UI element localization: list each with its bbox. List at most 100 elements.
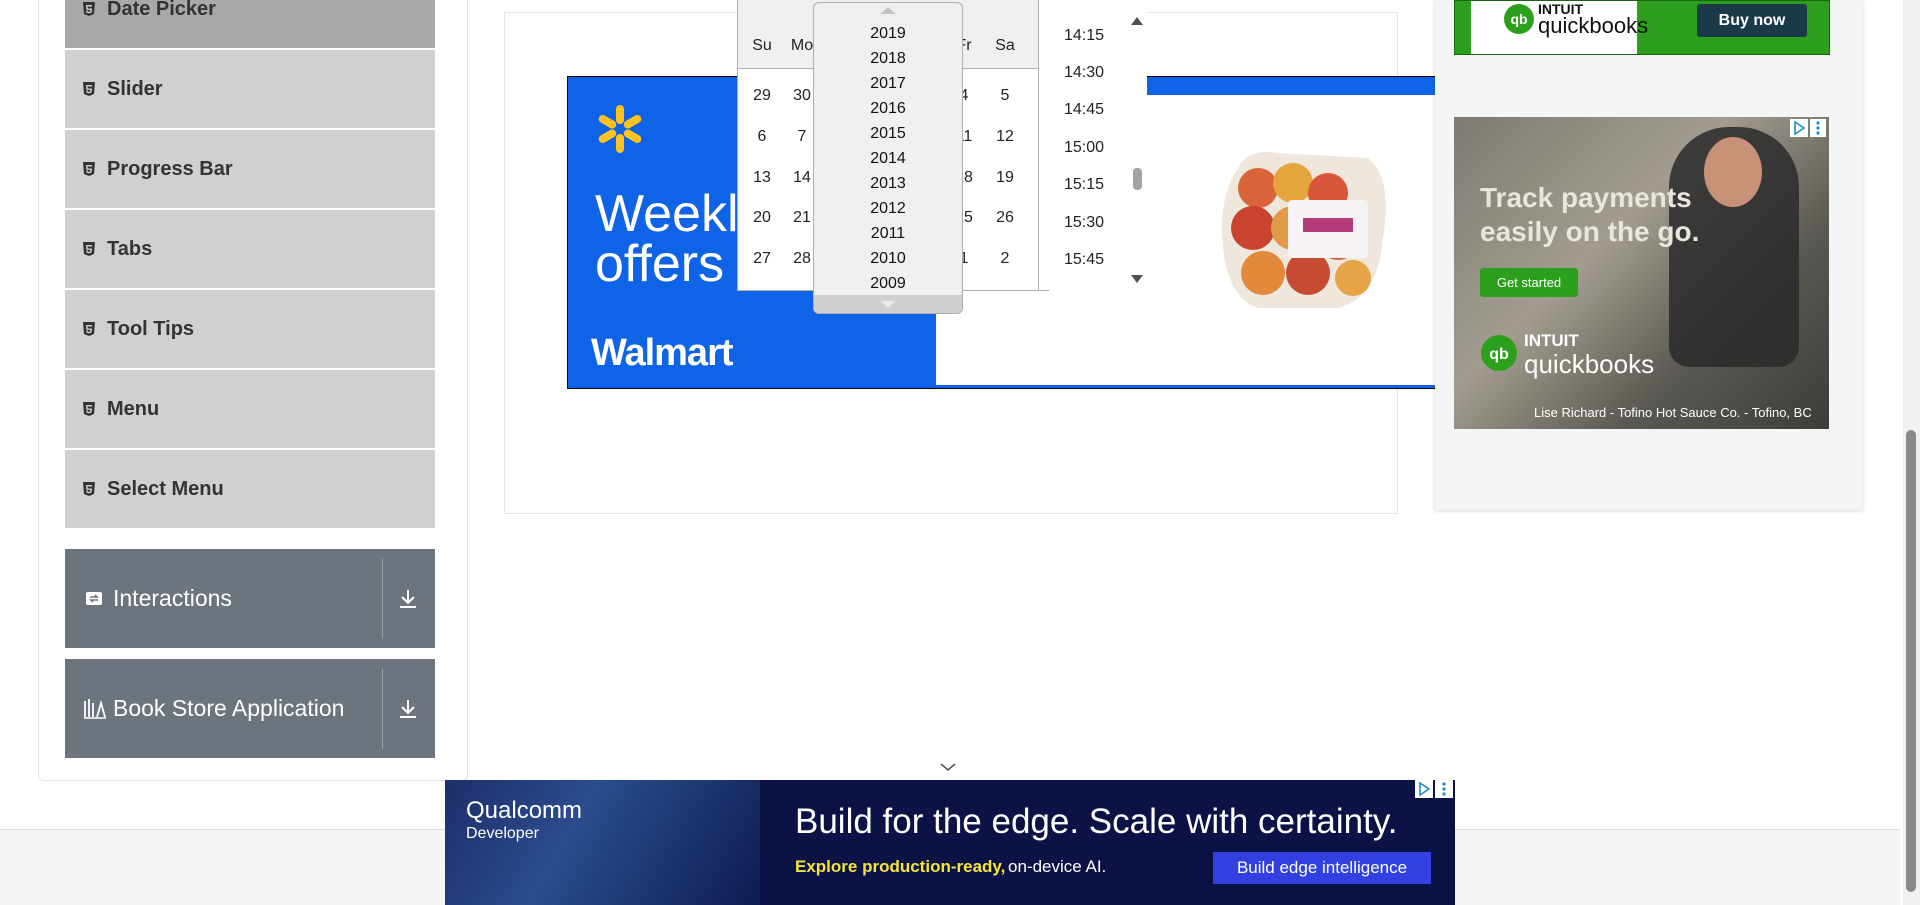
calendar-day[interactable]: 12 [987, 128, 1023, 146]
time-option[interactable]: 14:45 [1039, 101, 1129, 119]
brand-text: INTUIT [1524, 331, 1579, 350]
year-option[interactable]: 2014 [814, 150, 962, 168]
calendar-day[interactable]: 6 [744, 128, 780, 146]
qualcomm-logo: Qualcomm [466, 797, 583, 824]
group-header-label: Book Store Application [113, 695, 345, 721]
time-option[interactable]: 15:15 [1039, 176, 1129, 194]
html5-icon [83, 402, 95, 416]
walmart-spark-icon [598, 105, 642, 153]
apples-bag-image [1222, 152, 1386, 308]
time-option[interactable]: 15:45 [1039, 251, 1129, 269]
scrollbar-thumb[interactable] [1906, 430, 1916, 892]
ad-caption: Lise Richard - Tofino Hot Sauce Co. - To… [1534, 405, 1812, 420]
build-edge-intelligence-button[interactable]: Build edge intelligence [1213, 852, 1431, 884]
menu-item-tool-tips[interactable]: Tool Tips [65, 290, 435, 370]
calendar-day[interactable]: 27 [744, 250, 780, 268]
brand-text: quickbooks [1524, 349, 1655, 379]
brand-text: quickbooks [1538, 13, 1649, 38]
html5-icon [83, 2, 95, 16]
download-icon[interactable] [397, 697, 419, 721]
ad-headline: Weekly offers [595, 185, 765, 293]
adchoices-icon[interactable] [1790, 119, 1808, 137]
group-header-label: Interactions [113, 585, 232, 611]
interactions-icon [86, 592, 102, 605]
more-options-icon[interactable] [1435, 780, 1453, 798]
menu-item-date-picker[interactable]: Date Picker [65, 0, 435, 50]
group-header-book-store[interactable]: Book Store Application [65, 659, 435, 758]
menu-item-label: Progress Bar [107, 157, 233, 180]
scroll-down-arrow-icon[interactable] [1131, 275, 1143, 283]
year-dropdown[interactable]: 2019 2018 2017 2016 2015 2014 2013 2012 … [813, 2, 963, 314]
year-option[interactable]: 2016 [814, 100, 962, 118]
year-option[interactable]: 2011 [814, 225, 962, 243]
year-option[interactable]: 2013 [814, 175, 962, 193]
menu-item-label: Menu [107, 397, 160, 420]
calendar-day[interactable]: 26 [987, 209, 1023, 227]
divider [382, 669, 383, 749]
menu-item-label: Tabs [107, 237, 153, 260]
year-option[interactable]: 2012 [814, 200, 962, 218]
download-icon[interactable] [397, 587, 419, 611]
quickbooks-top-ad[interactable]: qb INTUIT quickbooks Buy now [1454, 0, 1830, 55]
calendar-day[interactable]: 29 [744, 87, 780, 105]
page-scrollbar[interactable] [1903, 0, 1920, 905]
scroll-down-arrow-icon[interactable] [880, 301, 896, 308]
year-option[interactable]: 2017 [814, 75, 962, 93]
brand-subtitle: Developer [466, 825, 539, 842]
ad-tagline: Explore production-ready, [795, 857, 1006, 876]
calendar-day[interactable]: 5 [987, 87, 1023, 105]
menu-item-progress-bar[interactable]: Progress Bar [65, 130, 435, 210]
menu-item-label: Date Picker [107, 0, 216, 20]
quickbooks-logo-icon: qb [1481, 335, 1517, 371]
menu-item-menu[interactable]: Menu [65, 370, 435, 450]
day-name: Sa [995, 37, 1015, 54]
ad-headline: Build for the edge. Scale with certainty… [795, 802, 1398, 841]
year-option[interactable]: 2018 [814, 50, 962, 68]
menu-item-slider[interactable]: Slider [65, 50, 435, 130]
time-option[interactable]: 15:30 [1039, 214, 1129, 232]
menu-item-label: Select Menu [107, 477, 224, 500]
time-option[interactable]: 14:30 [1039, 64, 1129, 82]
scroll-up-arrow-icon[interactable] [1131, 17, 1143, 25]
svg-text:qb: qb [1489, 346, 1509, 363]
html5-icon [83, 82, 95, 96]
time-option[interactable]: 15:00 [1039, 139, 1129, 157]
year-option[interactable]: 2010 [814, 250, 962, 268]
time-option[interactable]: 14:15 [1039, 27, 1129, 45]
day-name: Su [752, 37, 772, 54]
html5-icon [83, 322, 95, 336]
html5-icon [83, 162, 95, 176]
group-header-interactions[interactable]: Interactions [65, 549, 435, 648]
get-started-button[interactable]: Get started [1480, 268, 1578, 297]
year-option[interactable]: 2019 [814, 25, 962, 43]
menu-item-label: Slider [107, 77, 163, 100]
elements-menu-list: Date Picker Slider Progress Bar Tabs Too… [65, 0, 435, 530]
time-list: 14:15 14:30 14:45 15:00 15:15 15:30 15:4… [1038, 0, 1147, 290]
ad-tagline: on-device AI. [1008, 857, 1107, 876]
scroll-up-arrow-icon[interactable] [880, 7, 896, 14]
quickbooks-ad[interactable]: Track payments easily on the go. Get sta… [1454, 117, 1829, 429]
scrollbar-thumb[interactable] [1133, 168, 1142, 190]
divider [382, 559, 383, 639]
quickbooks-logo-icon: qb [1504, 4, 1534, 34]
menu-item-tabs[interactable]: Tabs [65, 210, 435, 290]
html5-icon [83, 242, 95, 256]
svg-text:qb: qb [1510, 11, 1527, 27]
html5-icon [83, 482, 95, 496]
more-options-icon[interactable] [1810, 119, 1826, 137]
qualcomm-ad[interactable]: Qualcomm Developer Build for the edge. S… [445, 780, 1455, 905]
menu-item-label: Tool Tips [107, 317, 195, 340]
calendar-day[interactable]: 13 [744, 169, 780, 187]
year-option[interactable]: 2015 [814, 125, 962, 143]
chevron-down-icon[interactable] [939, 761, 957, 773]
ad-headline: Track payments easily on the go. [1480, 182, 1700, 247]
walmart-logo: Walmart [591, 332, 734, 374]
menu-item-select-menu[interactable]: Select Menu [65, 450, 435, 530]
adchoices-icon[interactable] [1415, 780, 1433, 798]
buy-now-button[interactable]: Buy now [1697, 4, 1807, 37]
calendar-day[interactable]: 19 [987, 169, 1023, 187]
year-option[interactable]: 2009 [814, 275, 962, 293]
calendar-day[interactable]: 2 [987, 250, 1023, 268]
book-store-icon [84, 699, 106, 719]
calendar-day[interactable]: 20 [744, 209, 780, 227]
